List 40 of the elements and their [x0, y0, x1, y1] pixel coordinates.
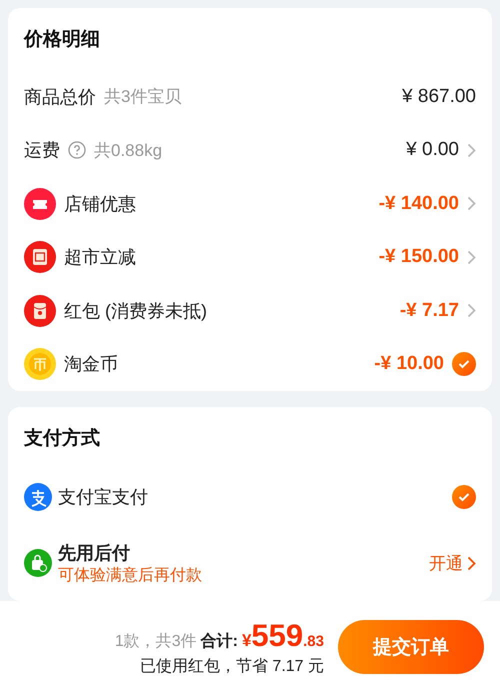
chevron-icon: [467, 196, 476, 212]
row-label: 红包 (消费券未抵): [64, 300, 207, 323]
submit-order-button[interactable]: 提交订单: [338, 620, 484, 674]
row-amount: -¥ 10.00: [374, 353, 444, 376]
envelope-icon: [24, 294, 56, 327]
method-subtitle: 可体验满意后再付款: [58, 566, 202, 586]
row-amount: -¥ 7.17: [400, 300, 459, 322]
checkbox[interactable]: [452, 352, 476, 376]
checkmark-icon: [458, 492, 470, 502]
coin-icon: [24, 348, 56, 380]
method-label: 支付宝支付: [58, 486, 148, 509]
row-label: 运费: [24, 139, 60, 162]
row-note: 共3件宝贝: [104, 86, 182, 108]
checkmark-icon: [458, 359, 470, 370]
activate-link[interactable]: 开通: [429, 552, 476, 574]
total-label: 合计:: [200, 632, 238, 652]
help-icon: [68, 141, 86, 160]
row-label: 超市立减: [64, 246, 136, 270]
row-label: 商品总价: [24, 86, 96, 109]
stamp-icon: [24, 241, 56, 274]
chevron-icon: [467, 142, 476, 158]
section-title: 价格明细: [24, 28, 101, 52]
row-note: 共0.88kg: [94, 140, 162, 162]
ticket-icon: [24, 188, 56, 220]
chevron-icon: [467, 303, 476, 318]
radio-button[interactable]: [452, 485, 476, 509]
savings-note: 已使用红包，节省 7.17 元: [140, 656, 324, 676]
row-label: 店铺优惠: [64, 192, 136, 216]
row-amount: ¥ 0.00: [406, 139, 459, 162]
chevron-icon: [467, 556, 476, 570]
row-label: 淘金币: [64, 353, 118, 376]
wallet-logo-icon: [24, 483, 52, 511]
row-amount: ¥ 867.00: [402, 86, 476, 108]
row-amount: -¥ 150.00: [378, 246, 459, 268]
chevron-icon: [467, 250, 476, 265]
total-price: ¥559.83: [242, 618, 324, 654]
item-count: 1款，共3件: [114, 632, 197, 652]
method-label: 先用后付: [58, 542, 131, 564]
section-title: 支付方式: [24, 426, 101, 451]
row-amount: -¥ 140.00: [378, 192, 459, 215]
